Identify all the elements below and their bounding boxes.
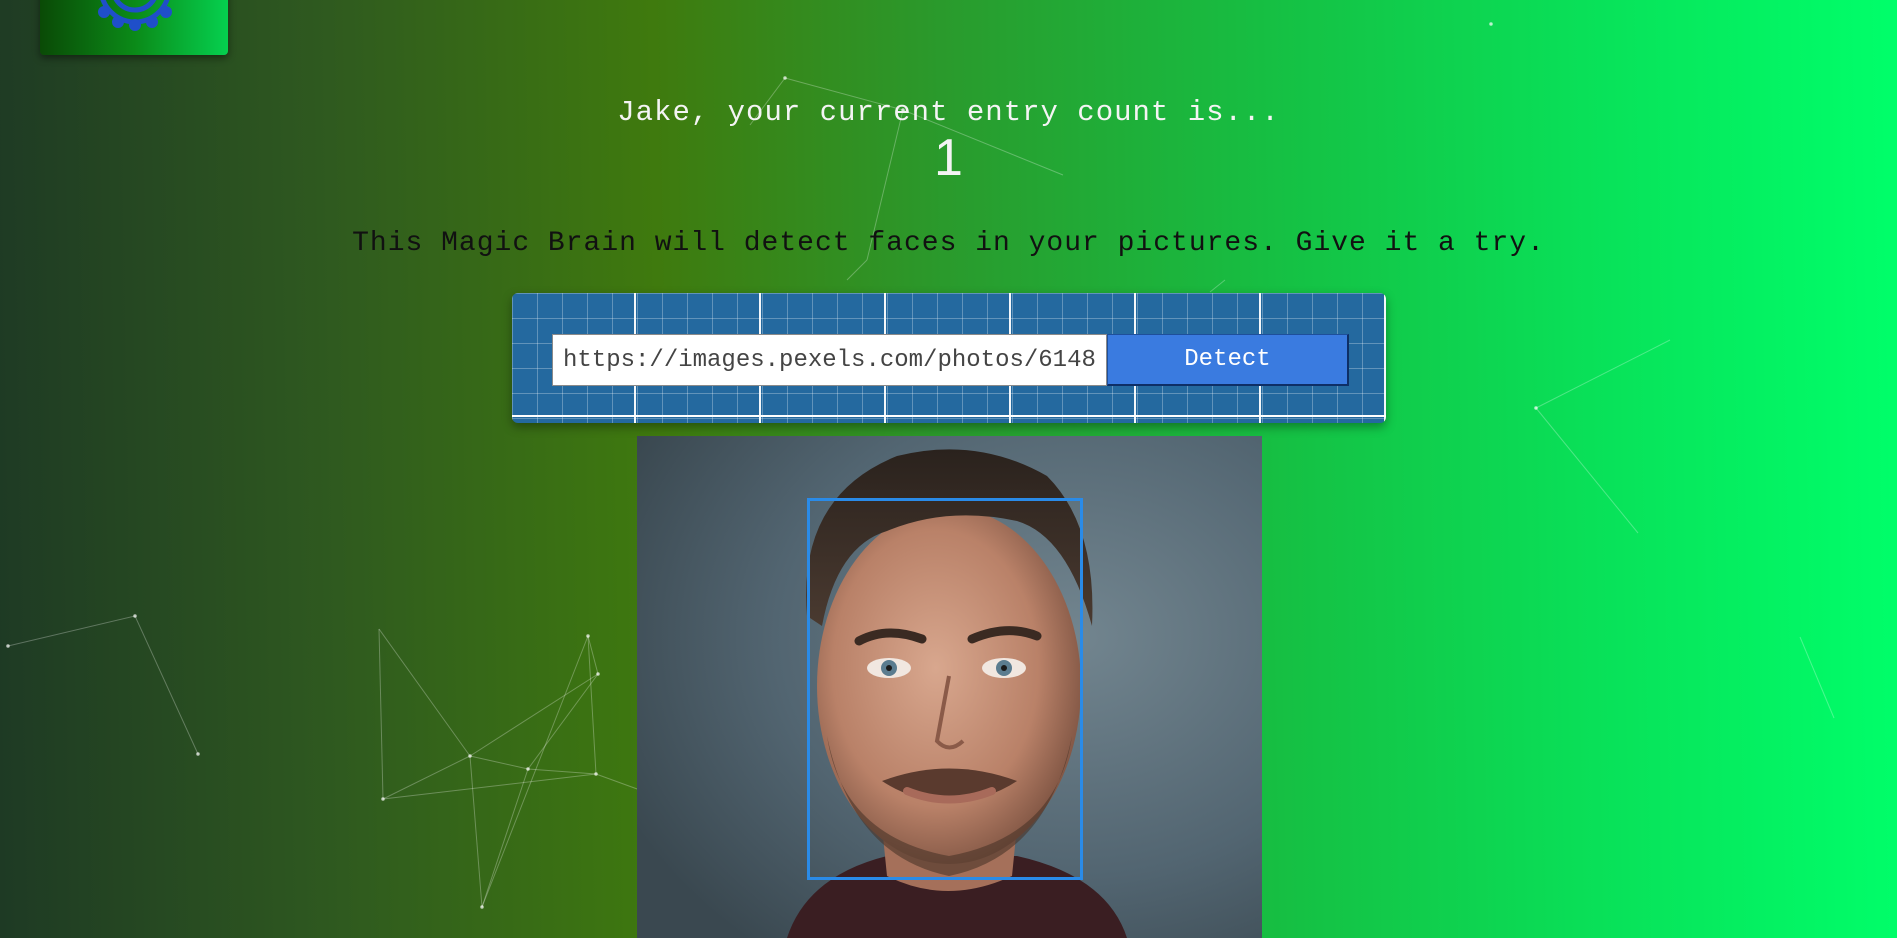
entry-count-greeting: Jake, your current entry count is... <box>617 96 1280 129</box>
face-bounding-box <box>807 498 1083 880</box>
intro-text: This Magic Brain will detect faces in yo… <box>352 228 1545 259</box>
image-url-form: Detect <box>512 293 1386 423</box>
image-url-input[interactable] <box>552 334 1107 386</box>
detect-button[interactable]: Detect <box>1107 334 1349 386</box>
entry-count-value: 1 <box>934 129 963 187</box>
logo-card[interactable] <box>40 0 228 55</box>
brain-gear-icon <box>98 0 172 31</box>
result-image <box>637 436 1262 938</box>
